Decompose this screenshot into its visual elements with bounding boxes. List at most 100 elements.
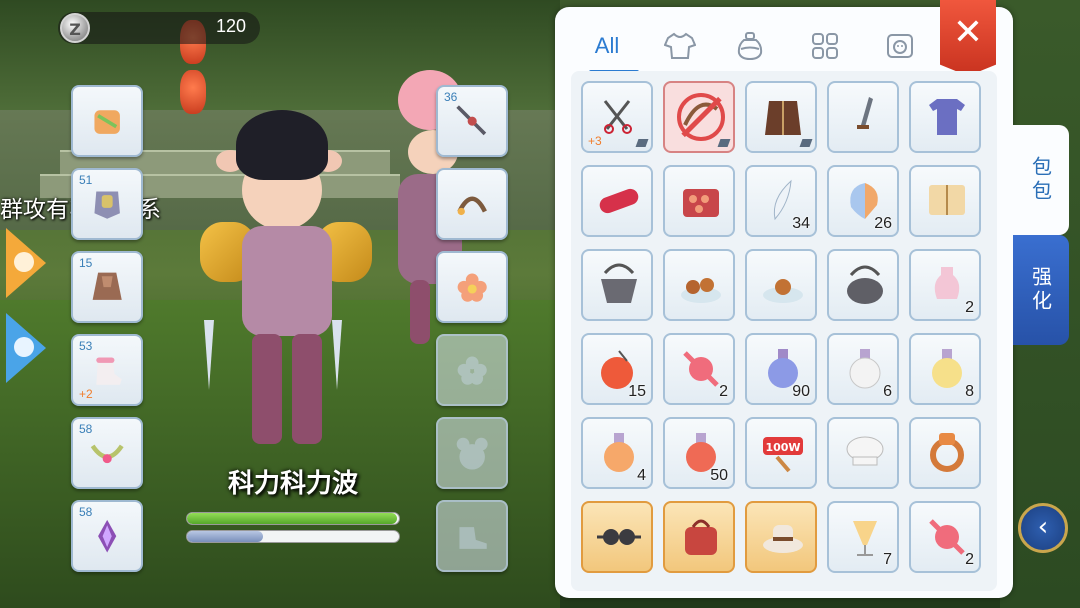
equip-slot-left[interactable]: 58 [71, 500, 143, 572]
pink-vase-icon [934, 267, 960, 299]
inventory-item[interactable]: 90 [745, 333, 817, 405]
close-button[interactable]: ✕ [940, 0, 996, 76]
hat-icon [763, 525, 803, 553]
equip-slot-right[interactable] [436, 417, 508, 489]
equip-slot-left[interactable]: 58 [71, 417, 143, 489]
character-side-button[interactable] [6, 313, 48, 383]
white-potion-icon [849, 349, 881, 389]
bear-slot-icon [456, 437, 488, 470]
meat-dish-icon [681, 278, 721, 303]
forbidden-icon [677, 93, 725, 141]
inventory-item[interactable]: 4 [581, 417, 653, 489]
item-count: 15 [628, 383, 646, 400]
inventory-item[interactable]: 6 [827, 333, 899, 405]
collapse-button[interactable]: ‹ [1018, 503, 1068, 553]
inventory-item[interactable] [663, 165, 735, 237]
npc-leg [410, 280, 430, 344]
inventory-item[interactable] [581, 501, 653, 573]
goggles-icon [597, 529, 641, 545]
equip-slot-left[interactable]: 53 +2 [71, 334, 143, 406]
item-count: 90 [792, 383, 810, 400]
inventory-item[interactable]: 2 [663, 333, 735, 405]
inventory-item[interactable]: 7 [827, 501, 899, 573]
tab-bag[interactable]: 包包 [1013, 125, 1069, 235]
book-icon [929, 185, 965, 215]
equip-slot-left[interactable]: 15 [71, 251, 143, 323]
player-character[interactable] [190, 110, 390, 470]
equip-slot-right[interactable] [436, 251, 508, 323]
equip-slot-left[interactable]: 51 [71, 168, 143, 240]
inventory-item[interactable] [745, 501, 817, 573]
inventory-item[interactable]: 2 [909, 501, 981, 573]
inventory-item[interactable] [663, 81, 735, 153]
grid-icon [812, 33, 838, 59]
tab-equipment[interactable] [655, 27, 705, 65]
character-leg [252, 334, 282, 444]
tab-cards[interactable] [875, 27, 925, 65]
equip-slot-right[interactable] [436, 500, 508, 572]
person-icon [14, 337, 34, 357]
inventory-item[interactable] [663, 501, 735, 573]
equip-slot-right[interactable]: 36 [436, 85, 508, 157]
character-leg [292, 334, 322, 444]
cooking-pot-icon [847, 265, 883, 304]
equip-slot-right[interactable] [436, 168, 508, 240]
leather-jacket-icon [765, 101, 801, 135]
item-count: 6 [883, 383, 892, 400]
inventory-item[interactable] [581, 249, 653, 321]
tab-enhance[interactable]: 强化 [1013, 235, 1069, 345]
item-count: 8 [965, 383, 974, 400]
claw [332, 320, 342, 390]
armor-icon [94, 110, 120, 134]
slot-level: 51 [79, 173, 93, 187]
character-hair [236, 110, 328, 180]
character-name: 科力科力波 [227, 469, 358, 499]
inventory-item[interactable] [909, 165, 981, 237]
shirt-icon [664, 32, 696, 59]
item-count: 50 [710, 467, 728, 484]
equipped-marker-icon [799, 139, 813, 147]
inventory-item[interactable] [581, 165, 653, 237]
inventory-item[interactable] [745, 249, 817, 321]
inventory-item[interactable]: +3 [581, 81, 653, 153]
equipment-side-button[interactable] [6, 228, 48, 298]
red-bag-icon [685, 519, 717, 555]
equip-slot-left[interactable] [71, 85, 143, 157]
tab-all[interactable]: All [582, 27, 632, 65]
inventory-item[interactable] [827, 249, 899, 321]
inventory-item[interactable]: 2 [909, 249, 981, 321]
close-icon: ✕ [952, 12, 984, 53]
inventory-item[interactable]: 15 [581, 333, 653, 405]
slot-level: 15 [79, 256, 93, 270]
inventory-item[interactable] [909, 81, 981, 153]
basket-pot-icon [601, 263, 637, 303]
weapon-icon [456, 105, 487, 136]
equip-slot-right[interactable] [436, 334, 508, 406]
purple-gem-icon [98, 519, 117, 553]
item-refine-level: +3 [588, 134, 602, 148]
inventory-item[interactable]: 26 [827, 165, 899, 237]
inventory-item[interactable]: 100W [745, 417, 817, 489]
item-count: 2 [965, 551, 974, 568]
yellow-potion-icon [932, 349, 962, 388]
shoe-slot-icon [459, 527, 487, 549]
inventory-item[interactable]: 50 [663, 417, 735, 489]
inventory-item[interactable] [745, 81, 817, 153]
100w-sign-icon: 100W [763, 437, 803, 473]
inventory-item[interactable]: 8 [909, 333, 981, 405]
flower-slot-icon [457, 356, 487, 385]
candy-icon [683, 351, 719, 387]
inventory-item[interactable] [827, 417, 899, 489]
tab-consumables[interactable] [725, 27, 775, 65]
item-count: 34 [792, 215, 810, 232]
hp-bar-fill [187, 513, 397, 524]
tab-materials[interactable] [800, 27, 850, 65]
character-body [242, 226, 332, 336]
inventory-item[interactable]: 34 [745, 165, 817, 237]
inventory-item[interactable] [827, 81, 899, 153]
inventory-item[interactable] [663, 249, 735, 321]
gem-necklace-icon [90, 444, 124, 464]
slot-level: 53 [79, 339, 93, 353]
inventory-item[interactable] [909, 417, 981, 489]
fur-boots-icon [96, 357, 122, 385]
